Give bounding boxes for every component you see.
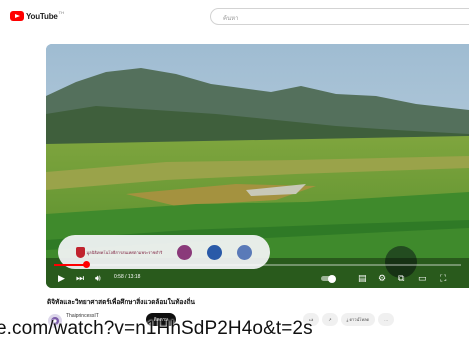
more-button[interactable]: …	[378, 313, 395, 326]
next-icon[interactable]: ⏭	[76, 273, 84, 283]
player-controls: ▶ ⏭ 🔊︎ 0:58 / 13:18 ▤ ⚙ ⧉ ▭ ⛶	[46, 270, 469, 288]
youtube-play-icon	[10, 11, 24, 21]
fullscreen-icon[interactable]: ⛶	[440, 273, 446, 283]
video-title: ดิจิทัลและวิทยาศาสตร์เพื่อศึกษาสิ่งแวดล้…	[47, 299, 195, 306]
crest-icon	[237, 244, 253, 260]
theater-icon[interactable]: ▭	[418, 273, 427, 283]
foundation-logo: มูลนิธิเทคโนโลยีสารสนเทศตามพระราชดำริ	[75, 246, 163, 258]
share-button[interactable]: ↗	[322, 313, 338, 326]
autoplay-toggle[interactable]	[321, 274, 336, 283]
download-button[interactable]: ⤓ ดาวน์โหลด	[340, 313, 376, 326]
youtube-wordmark: YouTube	[26, 11, 58, 21]
seal-icon	[177, 244, 193, 260]
progress-bar[interactable]	[54, 261, 461, 268]
country-code: TH	[58, 9, 64, 15]
foundation-text: มูลนิธิเทคโนโลยีสารสนเทศตามพระราชดำริ	[86, 249, 163, 255]
gear-icon[interactable]: ⚙	[378, 273, 386, 283]
miniplayer-icon[interactable]: ⧉	[398, 273, 404, 283]
scrubber-handle[interactable]	[82, 261, 90, 268]
time-display: 0:58 / 13:18	[114, 274, 141, 280]
emblem-icon	[207, 244, 223, 260]
volume-icon[interactable]: 🔊︎	[95, 273, 101, 283]
video-player[interactable]: มูลนิธิเทคโนโลยีสารสนเทศตามพระราชดำริ ▶ …	[46, 44, 469, 288]
url-overlay-text: e.com/watch?v=n1HhSdP2H4o&t=2s	[0, 318, 313, 339]
progress-fill	[54, 264, 86, 266]
download-label: ดาวน์โหลด	[349, 317, 370, 322]
action-bar: 👍︎ ↗ ⤓ ดาวน์โหลด …	[300, 313, 395, 326]
shield-icon	[75, 246, 85, 258]
subtitles-icon[interactable]: ▤	[358, 273, 367, 283]
play-icon[interactable]: ▶	[58, 273, 65, 283]
youtube-logo[interactable]: YouTube TH	[10, 9, 64, 21]
search-input[interactable]: ค้นหา	[210, 8, 469, 25]
